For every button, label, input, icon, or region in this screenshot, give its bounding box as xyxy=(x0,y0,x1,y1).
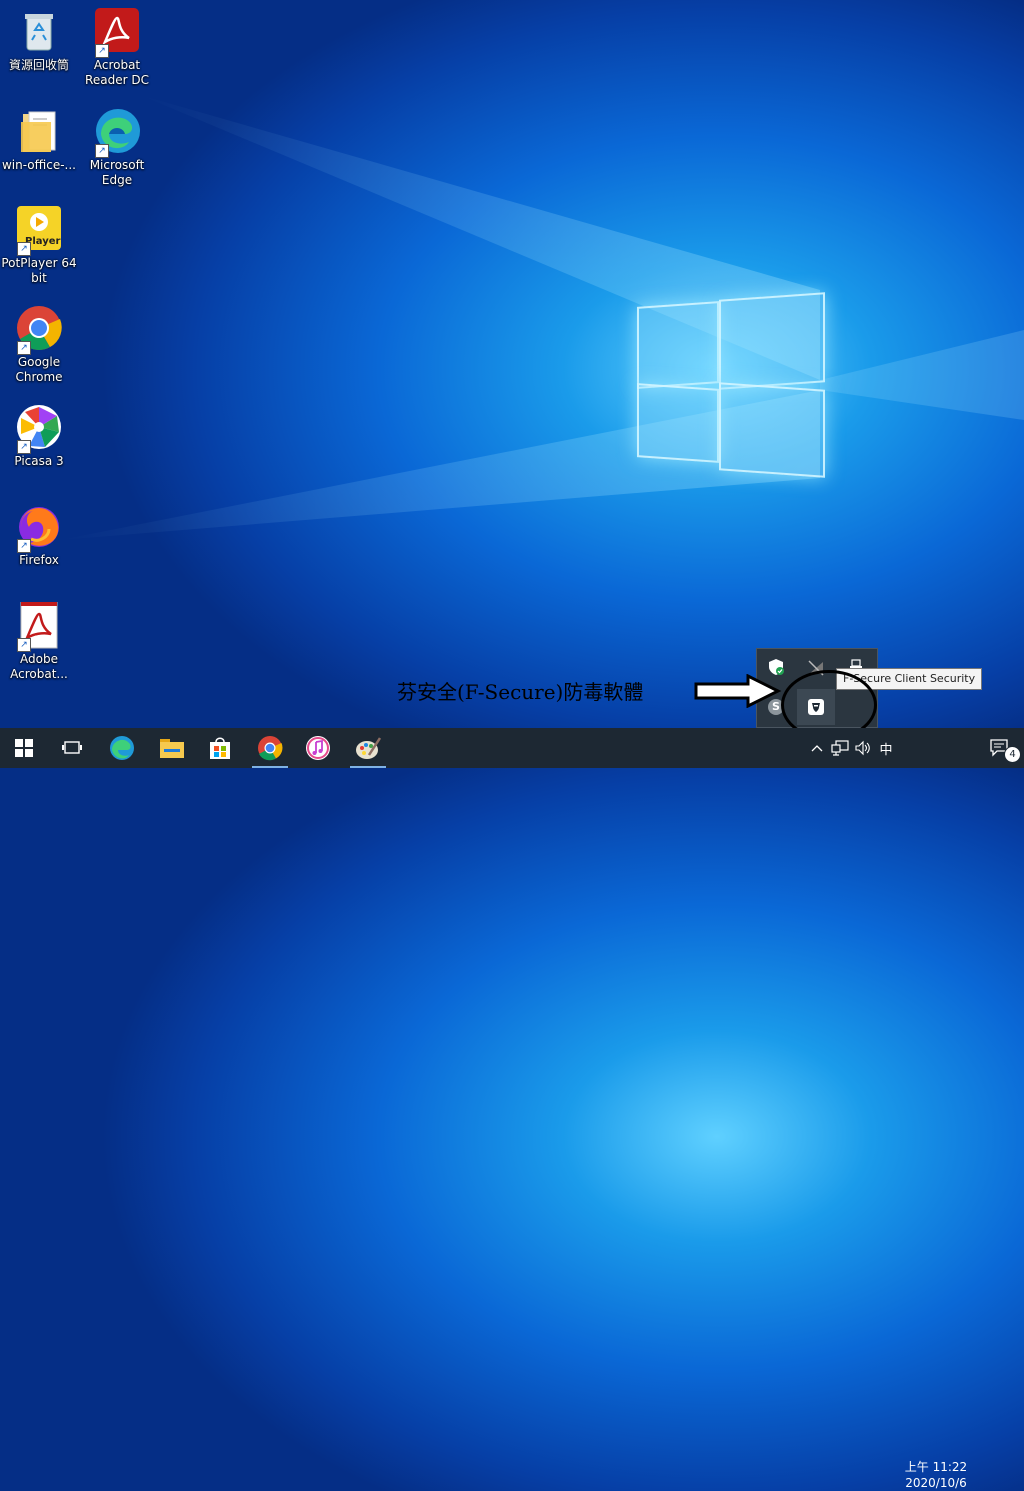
clock-time: 上午 11:22 xyxy=(904,1460,968,1474)
shortcut-arrow-icon: ↗ xyxy=(17,440,31,454)
tray-show-hidden-button[interactable] xyxy=(806,728,828,768)
desktop-icon-label: win-office-... xyxy=(1,158,76,172)
edge-icon: ↗ xyxy=(93,108,141,158)
taskbar-file-explorer-button[interactable] xyxy=(148,728,196,768)
desktop-icon-firefox[interactable]: ↗ Firefox xyxy=(1,503,77,568)
action-center-button[interactable]: 4 xyxy=(976,728,1024,768)
desktop-icon-acrobat-reader[interactable]: ↗ Acrobat Reader DC xyxy=(79,8,155,88)
folder-icon xyxy=(15,108,63,156)
desktop-icon-label: 資源回收筒 xyxy=(8,58,69,72)
shortcut-arrow-icon: ↗ xyxy=(17,341,31,355)
start-icon xyxy=(15,739,33,757)
desktop-icon-label: PotPlayer 64 bit xyxy=(1,256,77,285)
shortcut-arrow-icon: ↗ xyxy=(95,44,109,58)
desktop-icon-adobe-acrobat[interactable]: ↗ Adobe Acrobat... xyxy=(1,601,77,682)
desktop-icon-label: Picasa 3 xyxy=(14,454,64,468)
shortcut-arrow-icon: ↗ xyxy=(17,242,31,256)
chevron-up-icon xyxy=(811,745,823,752)
desktop-icon-microsoft-edge[interactable]: ↗ Microsoft Edge xyxy=(79,108,155,188)
shortcut-arrow-icon: ↗ xyxy=(17,638,31,652)
desktop-icon-google-chrome[interactable]: ↗ Google Chrome xyxy=(1,305,77,385)
desktop-icon-win-office-folder[interactable]: win-office-... xyxy=(1,108,77,173)
taskbar-edge-button[interactable] xyxy=(98,728,146,768)
desktop-icon-label: Firefox xyxy=(19,553,59,567)
tray-network-button[interactable] xyxy=(828,728,852,768)
adobe-acrobat-icon: ↗ xyxy=(15,601,63,652)
windows-logo-wallpaper xyxy=(637,290,825,480)
network-wired-icon xyxy=(831,740,849,756)
chrome-icon: ↗ xyxy=(15,305,63,355)
taskbar-paint-button[interactable] xyxy=(344,728,392,768)
taskbar-chrome-button[interactable] xyxy=(246,728,294,768)
task-view-button[interactable] xyxy=(48,728,96,768)
shortcut-arrow-icon: ↗ xyxy=(95,144,109,158)
notification-count: 4 xyxy=(1009,749,1016,760)
clock-date: 2020/10/6 xyxy=(905,1476,967,1490)
desktop-icon-label: Acrobat Reader DC xyxy=(85,58,149,87)
task-view-icon xyxy=(62,741,82,754)
file-explorer-icon xyxy=(160,739,184,758)
shortcut-arrow-icon: ↗ xyxy=(17,539,31,553)
tray-ime-button[interactable]: 中 xyxy=(876,728,896,768)
store-icon xyxy=(210,737,230,759)
taskbar-clock[interactable]: 上午 11:22 2020/10/6 xyxy=(896,1459,976,1491)
desktop-icon-label: Microsoft Edge xyxy=(89,158,145,187)
chrome-icon xyxy=(258,736,283,761)
annotation-label: 芬安全(F-Secure)防毒軟體 xyxy=(397,680,644,704)
annotation-arrow-icon xyxy=(694,674,782,708)
taskbar: 中 上午 11:22 2020/10/6 4 xyxy=(0,728,1024,1490)
picasa-icon: ↗ xyxy=(15,404,63,454)
recycle-bin-icon xyxy=(15,8,63,56)
desktop-icon-recycle-bin[interactable]: 資源回收筒 xyxy=(1,8,77,73)
desktop-icon-picasa[interactable]: ↗ Picasa 3 xyxy=(1,404,77,469)
firefox-icon: ↗ xyxy=(15,503,63,553)
desktop-icon-label: Adobe Acrobat... xyxy=(10,652,68,681)
desktop-icon-label: Google Chrome xyxy=(15,355,63,384)
start-button[interactable] xyxy=(0,728,48,768)
edge-icon xyxy=(110,736,134,760)
acrobat-reader-icon: ↗ xyxy=(93,8,141,58)
taskbar-itunes-button[interactable] xyxy=(294,728,342,768)
itunes-icon xyxy=(306,736,330,760)
paint-icon xyxy=(356,737,381,759)
tray-volume-button[interactable] xyxy=(852,728,876,768)
volume-icon xyxy=(855,740,870,756)
notification-count-badge: 4 xyxy=(1004,746,1021,763)
potplayer-icon: Player ↗ xyxy=(15,206,63,256)
ime-indicator: 中 xyxy=(879,742,893,758)
taskbar-store-button[interactable] xyxy=(196,728,244,768)
desktop-icon-potplayer[interactable]: Player ↗ PotPlayer 64 bit xyxy=(1,206,77,286)
